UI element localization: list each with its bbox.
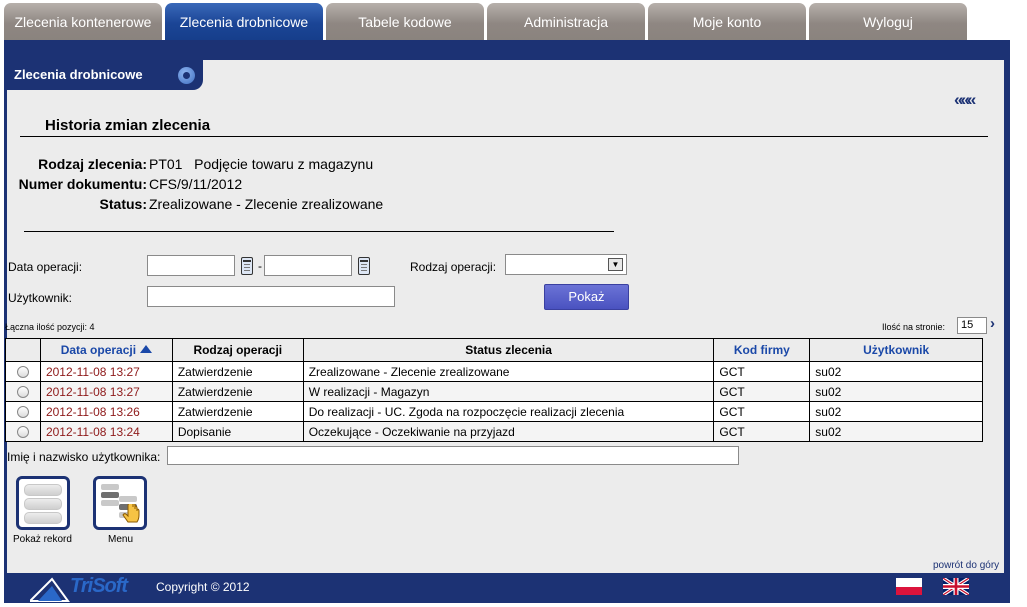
logo-text: TriSoft — [70, 575, 128, 597]
date-to-input[interactable] — [264, 255, 352, 276]
tab-zlecenia-kontenerowe[interactable]: Zlecenia kontenerowe — [4, 3, 162, 40]
tab-moje-konto[interactable]: Moje konto — [648, 3, 806, 40]
rodzaj-value: PT01 Podjęcie towaru z magazynu — [149, 156, 374, 172]
status-label: Status: — [99, 196, 147, 212]
row-operation: Zatwierdzenie — [171, 361, 304, 382]
row-status: W realizacji - Magazyn — [302, 381, 715, 402]
header-kod-firmy[interactable]: Kod firmy — [713, 338, 811, 362]
row-operation: Dopisanie — [171, 421, 304, 442]
row-user: su02 — [809, 401, 983, 422]
date-range-dash: - — [258, 259, 262, 273]
row-date: 2012-11-08 13:24 — [39, 421, 173, 442]
data-operacji-label: Data operacji: — [8, 260, 83, 274]
date-from-input[interactable] — [147, 255, 235, 276]
row-user: su02 — [809, 421, 983, 442]
row-operation: Zatwierdzenie — [171, 381, 304, 402]
row-radio[interactable] — [16, 366, 29, 379]
page-title: Historia zmian zlecenia — [45, 117, 211, 134]
back-chevrons-icon[interactable]: ««« — [954, 90, 976, 110]
info-divider — [24, 231, 614, 232]
section-title: Zlecenia drobnicowe — [6, 60, 203, 90]
hand-cursor-icon — [122, 504, 140, 523]
header-uzytkownik[interactable]: Użytkownik — [809, 338, 983, 362]
row-company-code: GCT — [713, 381, 811, 402]
row-radio[interactable] — [16, 406, 29, 419]
history-table: Data operacji Rodzaj operacji Status zle… — [5, 338, 983, 442]
english-flag-icon[interactable] — [943, 578, 969, 595]
row-date: 2012-11-08 13:27 — [39, 361, 173, 382]
table-row[interactable]: 2012-11-08 13:27 Zatwierdzenie W realiza… — [5, 381, 983, 402]
row-operation: Zatwierdzenie — [171, 401, 304, 422]
main-tabs: Zlecenia kontenerowe Zlecenia drobnicowe… — [4, 3, 967, 40]
calendar-icon[interactable] — [241, 257, 253, 275]
tab-administracja[interactable]: Administracja — [487, 3, 645, 40]
menu-button[interactable] — [93, 476, 147, 530]
row-status: Zrealizowane - Zlecenie zrealizowane — [302, 361, 715, 382]
info-rodzaj: Rodzaj zlecenia: PT01 Podjęcie towaru z … — [7, 156, 507, 174]
table-row[interactable]: 2012-11-08 13:26 Zatwierdzenie Do realiz… — [5, 401, 983, 422]
per-page-label: Ilość na stronie: — [882, 322, 946, 332]
header-data-operacji[interactable]: Data operacji — [39, 338, 173, 362]
table-row[interactable]: 2012-11-08 13:27 Zatwierdzenie Zrealizow… — [5, 361, 983, 382]
back-to-top-link[interactable]: powrót do góry — [933, 560, 999, 571]
row-user: su02 — [809, 381, 983, 402]
next-page-icon[interactable]: › — [990, 315, 995, 332]
header-status-zlecenia: Status zlecenia — [302, 338, 715, 362]
uzytkownik-label: Użytkownik: — [8, 291, 73, 305]
frame-right — [1004, 40, 1010, 573]
show-record-label: Pokaż rekord — [13, 534, 72, 545]
status-value: Zrealizowane - Zlecenie zrealizowane — [149, 196, 384, 212]
user-name-label: Imię i nazwisko użytkownika: — [7, 450, 161, 464]
row-date: 2012-11-08 13:27 — [39, 381, 173, 402]
rodzaj-operacji-label: Rodzaj operacji: — [410, 260, 497, 274]
per-page-input[interactable]: 15 — [957, 317, 987, 334]
dropdown-arrow-icon: ▼ — [608, 258, 623, 271]
tab-tabele-kodowe[interactable]: Tabele kodowe — [326, 3, 484, 40]
row-company-code: GCT — [713, 401, 811, 422]
title-divider — [20, 136, 988, 137]
rodzaj-label: Rodzaj zlecenia: — [38, 156, 147, 172]
frame-top — [4, 40, 1010, 60]
help-icon[interactable] — [178, 67, 195, 84]
row-date: 2012-11-08 13:26 — [39, 401, 173, 422]
show-record-button[interactable] — [16, 476, 70, 530]
polish-flag-icon[interactable] — [896, 578, 922, 595]
row-status: Do realizacji - UC. Zgoda na rozpoczęcie… — [302, 401, 715, 422]
row-company-code: GCT — [713, 361, 811, 382]
row-company-code: GCT — [713, 421, 811, 442]
info-numer: Numer dokumentu: CFS/9/11/2012 — [7, 176, 507, 194]
tab-zlecenia-drobnicowe[interactable]: Zlecenia drobnicowe — [165, 3, 323, 40]
row-radio[interactable] — [16, 426, 29, 439]
numer-value: CFS/9/11/2012 — [149, 176, 243, 192]
row-radio[interactable] — [16, 386, 29, 399]
total-count: Łączna ilość pozycji: 4 — [5, 322, 95, 332]
info-status: Status: Zrealizowane - Zlecenie zrealizo… — [7, 196, 507, 214]
copyright: Copyright © 2012 — [156, 580, 250, 594]
calendar-icon[interactable] — [358, 257, 370, 275]
menu-label: Menu — [108, 534, 134, 545]
select-column-header — [5, 338, 41, 362]
row-status: Oczekujące - Oczekiwanie na przyjazd — [302, 421, 715, 442]
tab-wyloguj[interactable]: Wyloguj — [809, 3, 967, 40]
rodzaj-operacji-select[interactable]: ▼ — [505, 254, 627, 275]
header-rodzaj-operacji: Rodzaj operacji — [171, 338, 304, 362]
table-row[interactable]: 2012-11-08 13:24 Dopisanie Oczekujące - … — [5, 421, 983, 442]
numer-label: Numer dokumentu: — [18, 176, 147, 192]
show-button[interactable]: Pokaż — [544, 284, 629, 310]
uzytkownik-input[interactable] — [147, 286, 395, 307]
sort-ascending-icon[interactable] — [140, 345, 153, 353]
footer-bar — [4, 573, 1010, 603]
row-user: su02 — [809, 361, 983, 382]
user-name-field — [167, 446, 739, 465]
